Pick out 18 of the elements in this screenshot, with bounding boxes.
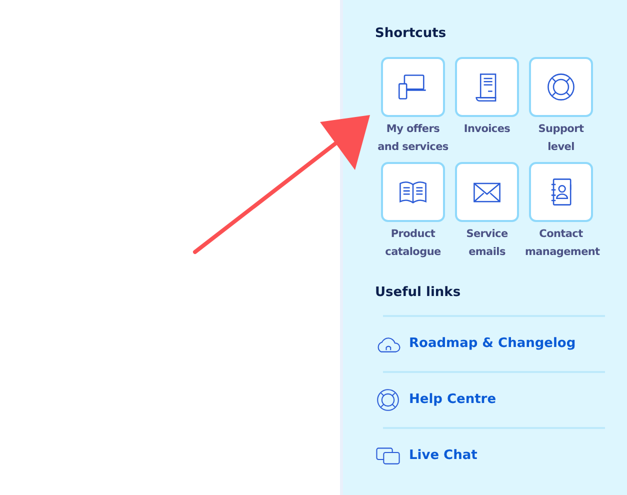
shortcut-label[interactable]: Support level [525, 120, 597, 156]
shortcut-tile[interactable] [381, 56, 445, 116]
shortcut-tile[interactable] [529, 162, 593, 222]
lifebuoy-icon [375, 387, 401, 413]
section-heading: Shortcuts [375, 25, 448, 43]
lifebuoy-icon [545, 70, 577, 102]
section-heading: Useful links [375, 284, 462, 302]
shortcut-tile[interactable] [529, 56, 593, 116]
shortcut-label[interactable]: Service emails [451, 224, 523, 260]
useful-link[interactable]: Help Centre [375, 387, 496, 413]
shortcut-label[interactable]: Invoices [451, 120, 523, 138]
shortcut-tile[interactable] [455, 162, 519, 222]
useful-link[interactable]: Live Chat [375, 443, 478, 469]
shortcut-label[interactable]: My offers and services [377, 120, 449, 156]
useful-link[interactable]: Roadmap & Changelog [375, 331, 576, 357]
shortcut-label[interactable]: Product catalogue [377, 224, 449, 260]
shortcut-tile[interactable] [455, 56, 519, 116]
shortcut-tile[interactable] [381, 162, 445, 222]
